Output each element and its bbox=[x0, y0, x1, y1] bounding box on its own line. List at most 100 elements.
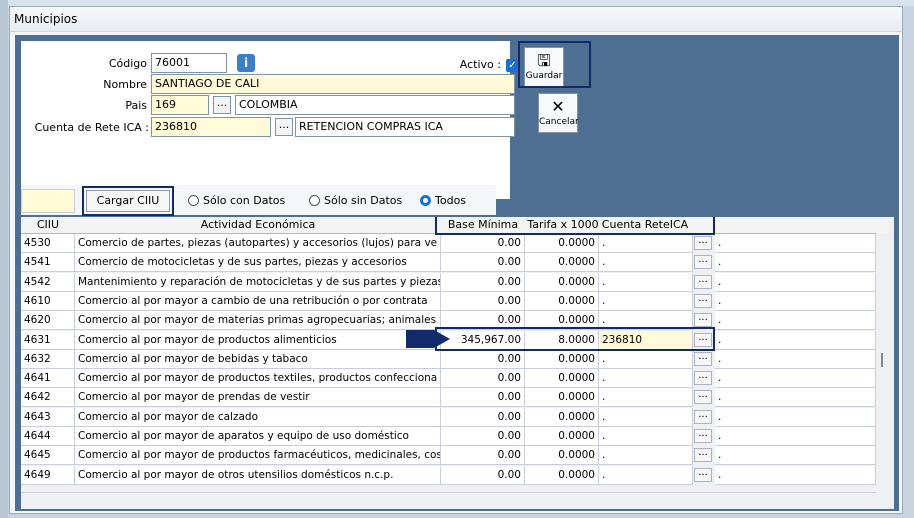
row-lookup-button[interactable]: ... bbox=[694, 409, 712, 424]
table-row[interactable]: 4643 Comercio al por mayor de calzado 0.00… bbox=[21, 407, 876, 427]
cell-extra[interactable]: . bbox=[715, 234, 876, 253]
row-lookup-button[interactable]: ... bbox=[694, 293, 712, 308]
cell-base[interactable]: 0.00 bbox=[441, 349, 525, 369]
cell-actividad[interactable]: Comercio al por mayor a cambio de una re… bbox=[75, 291, 441, 311]
table-row[interactable]: 4632 Comercio al por mayor de bebidas y t… bbox=[21, 349, 876, 369]
cell-base[interactable]: 0.00 bbox=[441, 234, 525, 253]
cell-base[interactable]: 0.00 bbox=[441, 272, 525, 292]
cell-ciiu[interactable]: 4620 bbox=[21, 311, 75, 331]
cell-ciiu[interactable]: 4631 bbox=[21, 330, 75, 350]
cell-tarifa[interactable]: 0.0000 bbox=[525, 272, 599, 292]
cell-cuenta[interactable]: . bbox=[599, 446, 693, 466]
cell-base[interactable]: 0.00 bbox=[441, 369, 525, 389]
cuenta-lookup-button[interactable]: ... bbox=[275, 118, 293, 136]
row-lookup-button[interactable]: ... bbox=[694, 448, 712, 463]
vertical-scrollbar[interactable] bbox=[876, 233, 891, 509]
codigo-input[interactable]: 76001 bbox=[151, 53, 227, 73]
table-row[interactable]: 4644 Comercio al por mayor de aparatos y … bbox=[21, 427, 876, 446]
table-row[interactable]: 4645 Comercio al por mayor de productos f… bbox=[21, 446, 876, 466]
cell-ciiu[interactable]: 4641 bbox=[21, 369, 75, 389]
cell-ciiu[interactable]: 4644 bbox=[21, 427, 75, 446]
cell-ciiu[interactable]: 4610 bbox=[21, 291, 75, 311]
cell-tarifa[interactable]: 0.0000 bbox=[525, 407, 599, 427]
cancelar-button[interactable]: ✕ Cancelar bbox=[538, 93, 579, 133]
cell-base[interactable]: 0.00 bbox=[441, 407, 525, 427]
cell-cuenta[interactable]: . bbox=[599, 272, 693, 292]
col-ciiu[interactable]: CIIU bbox=[21, 218, 75, 231]
cell-extra[interactable]: . bbox=[715, 427, 876, 446]
radio-solo-con-datos[interactable]: Sólo con Datos bbox=[188, 194, 285, 208]
row-lookup-button[interactable]: ... bbox=[694, 274, 712, 289]
nombre-input[interactable]: SANTIAGO DE CALI bbox=[151, 74, 515, 94]
cell-extra[interactable]: . bbox=[715, 465, 876, 485]
cell-ciiu[interactable]: 4632 bbox=[21, 349, 75, 369]
cell-tarifa[interactable]: 0.0000 bbox=[525, 388, 599, 408]
cell-extra[interactable]: . bbox=[715, 253, 876, 273]
cell-extra[interactable]: . bbox=[715, 311, 876, 331]
cell-actividad[interactable]: Comercio al por mayor de prendas de vest… bbox=[75, 388, 441, 408]
cell-tarifa[interactable]: 0.0000 bbox=[525, 369, 599, 389]
cell-extra[interactable]: . bbox=[715, 369, 876, 389]
cell-extra[interactable]: . bbox=[715, 272, 876, 292]
radio-todos[interactable]: Todos bbox=[420, 194, 466, 208]
table-row[interactable]: 4610 Comercio al por mayor a cambio de un… bbox=[21, 291, 876, 311]
cell-cuenta[interactable]: . bbox=[599, 369, 693, 389]
row-lookup-button[interactable]: ... bbox=[694, 429, 712, 443]
ciiu-filter-input[interactable] bbox=[21, 189, 75, 213]
table-row[interactable]: 4530 Comercio de partes, piezas (autopart… bbox=[21, 234, 876, 253]
horizontal-scrollbar[interactable] bbox=[21, 492, 876, 508]
row-lookup-button[interactable]: ... bbox=[694, 390, 712, 405]
cell-ciiu[interactable]: 4530 bbox=[21, 234, 75, 253]
cell-actividad[interactable]: Comercio al por mayor de otros utensilio… bbox=[75, 465, 441, 485]
cell-actividad[interactable]: Comercio al por mayor de productos texti… bbox=[75, 369, 441, 389]
pais-lookup-button[interactable]: ... bbox=[213, 96, 231, 114]
cell-base[interactable]: 0.00 bbox=[441, 388, 525, 408]
cell-ciiu[interactable]: 4642 bbox=[21, 388, 75, 408]
cell-actividad[interactable]: Comercio al por mayor de productos alime… bbox=[75, 330, 441, 350]
table-row[interactable]: 4642 Comercio al por mayor de prendas de … bbox=[21, 388, 876, 408]
cell-tarifa[interactable]: 0.0000 bbox=[525, 465, 599, 485]
radio-solo-sin-datos[interactable]: Sólo sin Datos bbox=[309, 194, 402, 208]
cuenta-code-input[interactable]: 236810 bbox=[151, 117, 271, 137]
scroll-thumb[interactable] bbox=[881, 353, 883, 367]
cell-base[interactable]: 0.00 bbox=[441, 427, 525, 446]
cell-actividad[interactable]: Comercio al por mayor de aparatos y equi… bbox=[75, 427, 441, 446]
cell-base[interactable]: 0.00 bbox=[441, 446, 525, 466]
cell-ciiu[interactable]: 4649 bbox=[21, 465, 75, 485]
cell-actividad[interactable]: Comercio de partes, piezas (autopartes) … bbox=[75, 234, 441, 253]
row-lookup-button[interactable]: ... bbox=[694, 351, 712, 366]
table-row[interactable]: 4541 Comercio de motocicletas y de sus pa… bbox=[21, 253, 876, 273]
cell-tarifa[interactable]: 0.0000 bbox=[525, 349, 599, 369]
cell-extra[interactable]: . bbox=[715, 291, 876, 311]
cell-base[interactable]: 0.00 bbox=[441, 253, 525, 273]
cell-actividad[interactable]: Comercio al por mayor de bebidas y tabac… bbox=[75, 349, 441, 369]
cell-ciiu[interactable]: 4541 bbox=[21, 253, 75, 273]
row-lookup-button[interactable]: ... bbox=[694, 313, 712, 328]
cell-tarifa[interactable]: 0.0000 bbox=[525, 427, 599, 446]
row-lookup-button[interactable]: ... bbox=[694, 236, 712, 250]
cell-extra[interactable]: . bbox=[715, 388, 876, 408]
cell-tarifa[interactable]: 0.0000 bbox=[525, 253, 599, 273]
cell-tarifa[interactable]: 0.0000 bbox=[525, 446, 599, 466]
info-icon[interactable]: i bbox=[237, 54, 255, 72]
cell-actividad[interactable]: Comercio al por mayor de materias primas… bbox=[75, 311, 441, 331]
cell-cuenta[interactable]: . bbox=[599, 465, 693, 485]
cell-cuenta[interactable]: . bbox=[599, 388, 693, 408]
cell-cuenta[interactable]: . bbox=[599, 234, 693, 253]
cell-cuenta[interactable]: . bbox=[599, 349, 693, 369]
cell-actividad[interactable]: Comercio de motocicletas y de sus partes… bbox=[75, 253, 441, 273]
cell-cuenta[interactable]: . bbox=[599, 427, 693, 446]
row-lookup-button[interactable]: ... bbox=[694, 255, 712, 270]
cell-actividad[interactable]: Comercio al por mayor de productos farma… bbox=[75, 446, 441, 466]
cell-extra[interactable]: . bbox=[715, 349, 876, 369]
row-lookup-button[interactable]: ... bbox=[694, 371, 712, 386]
cell-ciiu[interactable]: 4643 bbox=[21, 407, 75, 427]
col-actividad[interactable]: Actividad Económica bbox=[75, 218, 441, 231]
cell-cuenta[interactable]: . bbox=[599, 291, 693, 311]
cell-extra[interactable]: . bbox=[715, 330, 876, 350]
cell-base[interactable]: 0.00 bbox=[441, 465, 525, 485]
pais-code-input[interactable]: 169 bbox=[151, 95, 209, 115]
cell-cuenta[interactable]: . bbox=[599, 253, 693, 273]
cell-actividad[interactable]: Mantenimiento y reparación de motociclet… bbox=[75, 272, 441, 292]
cell-ciiu[interactable]: 4645 bbox=[21, 446, 75, 466]
